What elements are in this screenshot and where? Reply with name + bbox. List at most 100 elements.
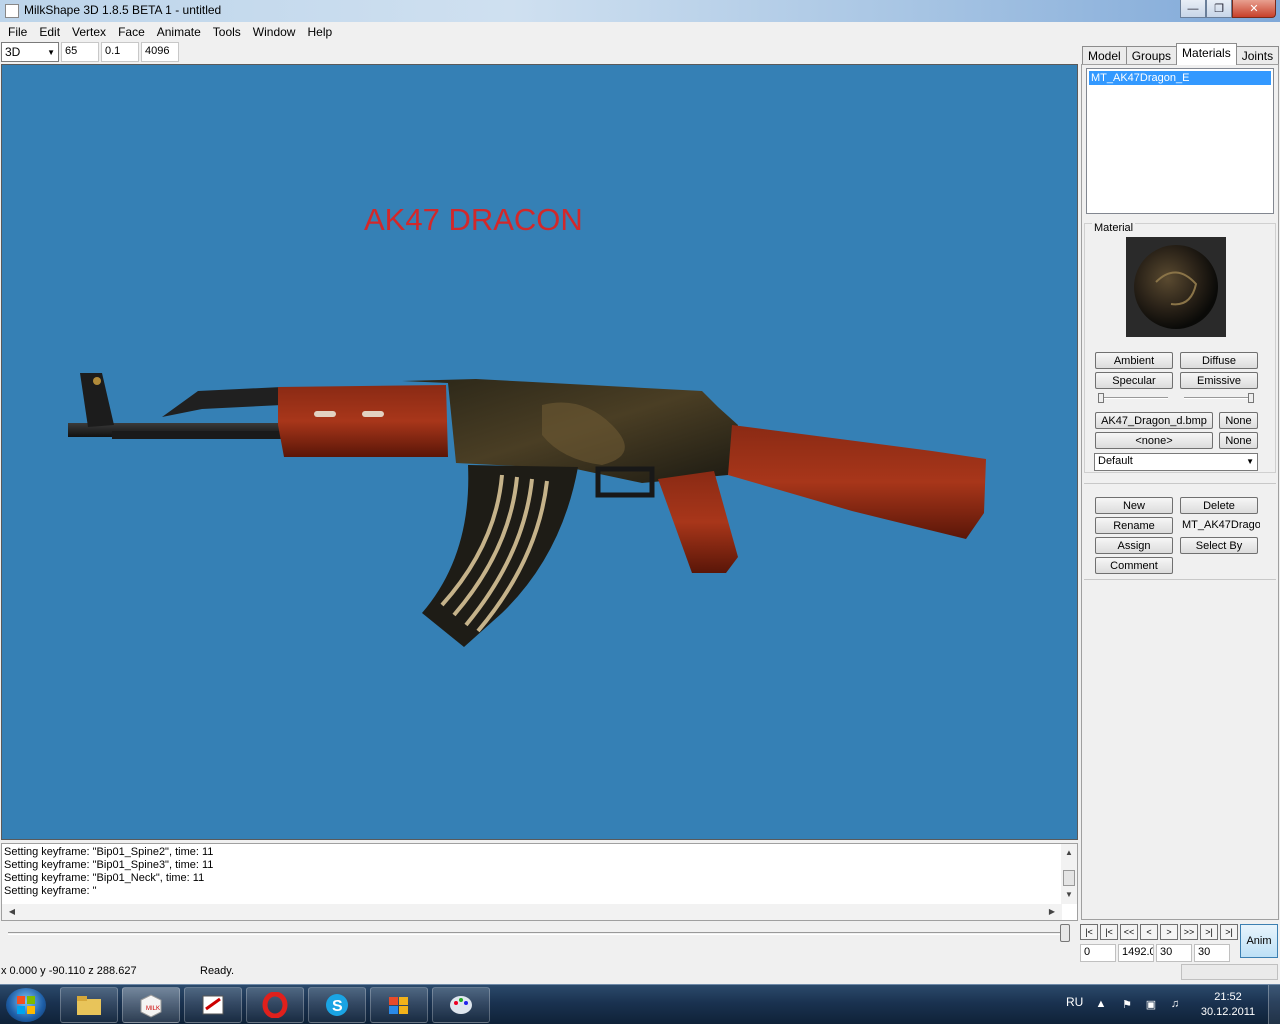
language-indicator[interactable]: RU: [1066, 995, 1083, 1009]
toolbar-field-2[interactable]: 0.1: [101, 42, 139, 62]
diffuse-button[interactable]: Diffuse: [1180, 352, 1258, 369]
materials-panel: MT_AK47Dragon_E Material Ambient Diffuse…: [1081, 64, 1279, 920]
svg-text:S: S: [332, 998, 343, 1015]
app-icon: [5, 4, 19, 18]
tab-model[interactable]: Model: [1082, 46, 1127, 65]
menu-file[interactable]: File: [2, 25, 33, 39]
menu-face[interactable]: Face: [112, 25, 151, 39]
log-vertical-scrollbar[interactable]: ▲ ▼: [1061, 844, 1077, 904]
next-frame-button[interactable]: >: [1160, 924, 1178, 940]
log-panel: Setting keyframe: "Bip01_Spine2", time: …: [1, 843, 1078, 921]
skype-icon: S: [326, 994, 348, 1016]
assign-material-button[interactable]: Assign: [1095, 537, 1173, 554]
menu-vertex[interactable]: Vertex: [66, 25, 112, 39]
minimize-button[interactable]: —: [1180, 0, 1206, 18]
status-coordinates: x 0.000 y -90.110 z 288.627: [1, 965, 137, 977]
texture-none-button[interactable]: None: [1219, 412, 1258, 429]
emissive-button[interactable]: Emissive: [1180, 372, 1258, 389]
svg-text:MILK: MILK: [146, 1006, 160, 1012]
next-key-button[interactable]: >|: [1200, 924, 1218, 940]
rifle-model[interactable]: [2, 65, 1078, 840]
log-line: Setting keyframe: "Bip01_Neck", time: 11: [4, 872, 205, 884]
tab-materials[interactable]: Materials: [1176, 43, 1237, 65]
list-item[interactable]: MT_AK47Dragon_E: [1089, 71, 1271, 85]
transparency-slider[interactable]: [1184, 393, 1254, 403]
scroll-thumb[interactable]: [1063, 870, 1075, 886]
scroll-right-icon[interactable]: ▶: [1044, 904, 1060, 920]
current-frame-field[interactable]: 0: [1080, 944, 1116, 962]
timeline-knob[interactable]: [1060, 924, 1070, 942]
menu-tools[interactable]: Tools: [207, 25, 247, 39]
toolbar-field-1[interactable]: 65: [61, 42, 99, 62]
start-button[interactable]: [6, 988, 46, 1022]
menu-help[interactable]: Help: [301, 25, 338, 39]
taskbar-explorer[interactable]: [60, 987, 118, 1023]
scroll-up-icon[interactable]: ▲: [1061, 846, 1077, 860]
scroll-down-icon[interactable]: ▼: [1061, 888, 1077, 902]
material-preview: [1126, 237, 1226, 337]
tab-joints[interactable]: Joints: [1235, 46, 1280, 65]
total-frames-field[interactable]: 30: [1194, 944, 1230, 962]
chevron-down-icon: ▼: [47, 47, 55, 57]
comment-button[interactable]: Comment: [1095, 557, 1173, 574]
opera-icon: [262, 992, 288, 1018]
blend-mode-select[interactable]: Default ▼: [1094, 453, 1258, 471]
taskbar-app-2[interactable]: [370, 987, 428, 1023]
delete-material-button[interactable]: Delete: [1180, 497, 1258, 514]
alpha-map-button[interactable]: <none>: [1095, 432, 1213, 449]
last-frame-button[interactable]: >|: [1220, 924, 1238, 940]
windows-flag-icon: [389, 997, 408, 1014]
frame-value-field[interactable]: 1492.0: [1118, 944, 1154, 962]
flag-tray-icon[interactable]: ⚑: [1120, 997, 1134, 1011]
rewind-button[interactable]: <<: [1120, 924, 1138, 940]
select-by-button[interactable]: Select By: [1180, 537, 1258, 554]
volume-tray-icon[interactable]: ♫: [1168, 997, 1182, 1011]
new-material-button[interactable]: New: [1095, 497, 1173, 514]
title-bar: MilkShape 3D 1.8.5 BETA 1 - untitled — ❐…: [0, 0, 1280, 22]
network-tray-icon[interactable]: ▣: [1144, 997, 1158, 1011]
taskbar-skype[interactable]: S: [308, 987, 366, 1023]
material-name-field[interactable]: MT_AK47Dragon_E: [1180, 518, 1260, 535]
divider: [1084, 483, 1276, 484]
clock-date: 30.12.2011: [1200, 1006, 1256, 1018]
prev-frame-button[interactable]: <: [1140, 924, 1158, 940]
log-horizontal-scrollbar[interactable]: ◀ ▶: [2, 904, 1062, 920]
taskbar-opera[interactable]: [246, 987, 304, 1023]
viewport-3d[interactable]: AK47 DRACON: [1, 64, 1078, 840]
menu-edit[interactable]: Edit: [33, 25, 66, 39]
paint-app-icon: [202, 995, 224, 1015]
texture-button[interactable]: AK47_Dragon_d.bmp: [1095, 412, 1213, 429]
taskbar-paint[interactable]: [432, 987, 490, 1023]
tray-clock[interactable]: 21:52 30.12.2011: [1196, 990, 1260, 1020]
shininess-slider[interactable]: [1098, 393, 1168, 403]
tab-groups[interactable]: Groups: [1125, 46, 1178, 65]
view-mode-select[interactable]: 3D ▼: [1, 42, 59, 62]
scroll-left-icon[interactable]: ◀: [4, 904, 20, 920]
taskbar-milkshape[interactable]: MILK: [122, 987, 180, 1023]
anim-button[interactable]: Anim: [1240, 924, 1278, 958]
panel-tabs: Model Groups Materials Joints: [1082, 43, 1280, 65]
close-button[interactable]: ✕: [1232, 0, 1276, 18]
show-desktop-button[interactable]: [1268, 985, 1280, 1024]
ambient-button[interactable]: Ambient: [1095, 352, 1173, 369]
log-line: Setting keyframe: "Bip01_Spine2", time: …: [4, 846, 214, 858]
specular-button[interactable]: Specular: [1095, 372, 1173, 389]
toolbar-field-3[interactable]: 4096: [141, 42, 179, 62]
first-frame-button[interactable]: |<: [1080, 924, 1098, 940]
animation-controls: |< |< << < > >> >| >|: [1080, 924, 1238, 940]
menu-animate[interactable]: Animate: [151, 25, 207, 39]
maximize-button[interactable]: ❐: [1206, 0, 1232, 18]
taskbar-app[interactable]: [184, 987, 242, 1023]
menu-window[interactable]: Window: [247, 25, 302, 39]
chevron-down-icon: ▼: [1246, 457, 1254, 466]
timeline-slider[interactable]: [4, 924, 1076, 942]
prev-key-button[interactable]: |<: [1100, 924, 1118, 940]
fps-field[interactable]: 30: [1156, 944, 1192, 962]
tray-expand-icon[interactable]: ▲: [1094, 997, 1108, 1011]
view-mode-value: 3D: [5, 45, 21, 59]
materials-list[interactable]: MT_AK47Dragon_E: [1086, 68, 1274, 214]
rename-material-button[interactable]: Rename: [1095, 517, 1173, 534]
taskbar: MILK S RU ▲ ⚑ ▣ ♫ 21:52 30.12.2011: [0, 984, 1280, 1024]
fast-forward-button[interactable]: >>: [1180, 924, 1198, 940]
alpha-none-button[interactable]: None: [1219, 432, 1258, 449]
